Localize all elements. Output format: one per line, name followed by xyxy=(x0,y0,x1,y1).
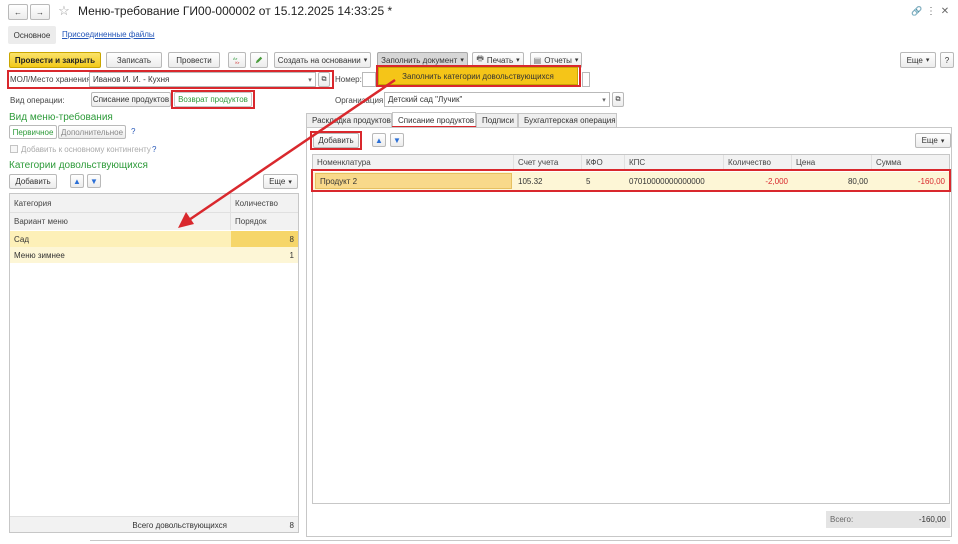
annotation-arrow-icon xyxy=(178,78,396,228)
